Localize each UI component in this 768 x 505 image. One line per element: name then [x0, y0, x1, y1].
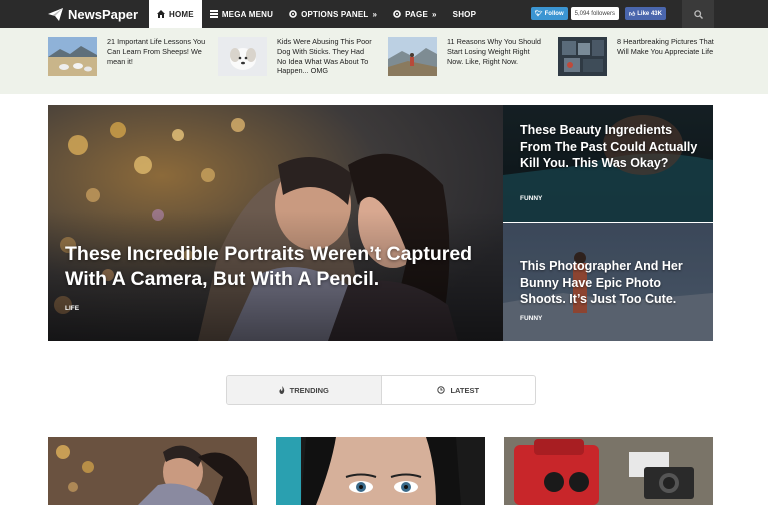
- social-counters: 🐦︎ Follow 5,094 followers 👍︎ Like 43K: [531, 7, 666, 20]
- nav-item-shop[interactable]: SHOP: [445, 0, 484, 28]
- ticker-title[interactable]: Kids Were Abusing This Poor Dog With Sti…: [277, 37, 372, 76]
- nav-item-label: HOME: [169, 9, 194, 19]
- hero-main-title[interactable]: These Incredible Portraits Weren’t Captu…: [65, 242, 485, 292]
- tab-label: TRENDING: [289, 385, 329, 395]
- twitter-count: 5,094 followers: [570, 7, 619, 20]
- hero-main-image: [48, 105, 503, 341]
- hero-side-title[interactable]: This Photographer And Her Bunny Have Epi…: [520, 258, 700, 308]
- home-icon: [157, 10, 165, 18]
- category-label[interactable]: FUNNY: [520, 195, 542, 202]
- hero-main-post[interactable]: These Incredible Portraits Weren’t Captu…: [48, 105, 503, 341]
- gear-icon: [393, 10, 401, 18]
- hero-side-title[interactable]: These Beauty Ingredients From The Past C…: [520, 122, 700, 172]
- hero-grid: These Incredible Portraits Weren’t Captu…: [48, 105, 713, 341]
- tab-label: LATEST: [450, 385, 480, 395]
- category-label[interactable]: LIFE: [65, 305, 79, 312]
- ticker-item[interactable]: 11 Reasons Why You Should Start Losing W…: [388, 37, 542, 76]
- tab-latest[interactable]: LATEST: [382, 376, 536, 404]
- thumbs-up-icon: 👍︎: [628, 11, 636, 18]
- twitter-label: Follow: [544, 10, 564, 17]
- ticker-item[interactable]: 21 Important Life Lessons You Can Learn …: [48, 37, 207, 76]
- post-card[interactable]: [504, 437, 713, 505]
- nav-item-label: OPTIONS PANEL: [301, 9, 369, 19]
- double-chevron-icon: »: [372, 9, 378, 19]
- nav-item-home[interactable]: HOME: [149, 0, 202, 28]
- site-logo[interactable]: NewsPaper: [0, 0, 149, 28]
- ticker-item[interactable]: Kids Were Abusing This Poor Dog With Sti…: [218, 37, 372, 76]
- search-button[interactable]: [682, 0, 714, 28]
- paper-plane-icon: [48, 7, 63, 21]
- nav-item-options-panel[interactable]: OPTIONS PANEL »: [281, 0, 385, 28]
- ticker-title[interactable]: 8 Heartbreaking Pictures That Will Make …: [617, 37, 717, 76]
- ticker-thumbnail[interactable]: [48, 37, 97, 76]
- post-tabs: TRENDING LATEST: [226, 375, 536, 405]
- hero-side-post[interactable]: These Beauty Ingredients From The Past C…: [503, 105, 713, 222]
- ticker-thumbnail[interactable]: [388, 37, 437, 76]
- tab-trending[interactable]: TRENDING: [227, 376, 382, 404]
- facebook-label: Like 43K: [637, 10, 662, 17]
- ticker-thumbnail[interactable]: [218, 37, 267, 76]
- post-card[interactable]: [276, 437, 485, 505]
- facebook-like-button[interactable]: 👍︎ Like 43K: [624, 7, 666, 20]
- ticker-thumbnail[interactable]: [558, 37, 607, 76]
- logo-text: NewsPaper: [68, 6, 139, 22]
- main-menu: HOME MEGA MENU OPTIONS PANEL » PAGE » SH…: [149, 0, 484, 28]
- gear-icon: [289, 10, 297, 18]
- ticker-title[interactable]: 11 Reasons Why You Should Start Losing W…: [447, 37, 542, 76]
- twitter-follow-button[interactable]: 🐦︎ Follow: [531, 7, 568, 20]
- ticker-item[interactable]: 8 Heartbreaking Pictures That Will Make …: [558, 37, 717, 76]
- ticker-title[interactable]: 21 Important Life Lessons You Can Learn …: [107, 37, 207, 76]
- nav-item-label: MEGA MENU: [221, 9, 274, 19]
- post-card-image: [48, 437, 257, 505]
- featured-ticker: 21 Important Life Lessons You Can Learn …: [0, 28, 768, 94]
- twitter-bird-icon: 🐦︎: [535, 11, 543, 17]
- grid-icon: [209, 10, 218, 18]
- hero-side-post[interactable]: This Photographer And Her Bunny Have Epi…: [503, 223, 713, 341]
- clock-icon: [437, 386, 446, 394]
- category-label[interactable]: FUNNY: [520, 315, 542, 322]
- nav-item-page[interactable]: PAGE »: [385, 0, 445, 28]
- search-icon: [693, 9, 703, 19]
- nav-item-label: SHOP: [452, 9, 477, 19]
- nav-item-label: PAGE: [405, 9, 428, 19]
- top-navbar: NewsPaper HOME MEGA MENU OPTIONS PANEL »…: [0, 0, 768, 28]
- double-chevron-icon: »: [432, 9, 437, 19]
- post-card-image: [504, 437, 713, 505]
- nav-item-mega-menu[interactable]: MEGA MENU: [202, 0, 281, 28]
- post-card-image: [276, 437, 485, 505]
- post-card[interactable]: [48, 437, 257, 505]
- flame-icon: [279, 386, 285, 394]
